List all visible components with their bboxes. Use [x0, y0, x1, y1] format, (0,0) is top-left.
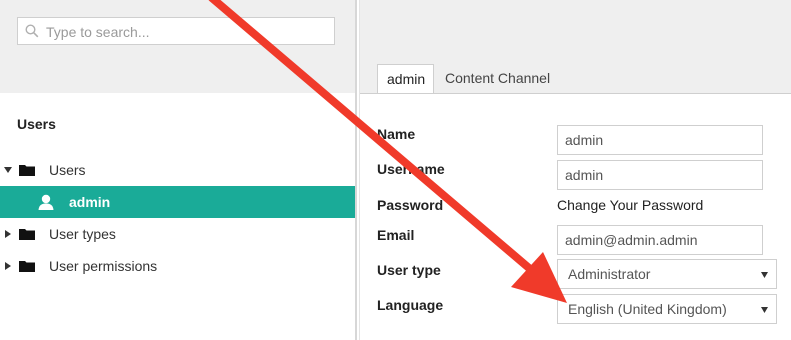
tab-content-channel[interactable]: Content Channel [436, 64, 559, 94]
password-label: Password [377, 197, 444, 213]
username-label: Username [377, 161, 445, 177]
chevron-down-icon [761, 272, 768, 278]
search-box[interactable] [17, 17, 335, 45]
tree-item-user-permissions[interactable]: User permissions [0, 250, 355, 282]
email-field[interactable] [557, 225, 763, 255]
tree-item-label: User types [49, 226, 116, 242]
language-value: English (United Kingdom) [568, 301, 727, 317]
caret-right-icon[interactable] [4, 262, 12, 270]
left-header-panel [0, 0, 357, 93]
search-icon [25, 24, 39, 38]
language-select[interactable]: English (United Kingdom) [557, 294, 777, 324]
user-type-select[interactable]: Administrator [557, 259, 777, 289]
email-label: Email [377, 227, 415, 243]
username-field[interactable] [557, 160, 763, 190]
tree-item-label: User permissions [49, 258, 158, 274]
panel-divider [359, 0, 360, 340]
tree-title: Users [17, 116, 56, 132]
name-field[interactable] [557, 125, 763, 155]
panel-splitter[interactable] [355, 0, 357, 340]
tree-item-user-types[interactable]: User types [0, 218, 355, 250]
search-input[interactable] [44, 19, 334, 45]
language-label: Language [377, 297, 444, 313]
chevron-down-icon [761, 307, 768, 313]
folder-icon [19, 229, 35, 240]
tab-bar: admin Content Channel [360, 64, 791, 94]
folder-icon [19, 165, 35, 176]
tree-item-label: Users [49, 162, 86, 178]
user-type-label: User type [377, 262, 441, 278]
tree-item-admin[interactable]: admin [0, 186, 355, 218]
user-icon [38, 194, 54, 210]
tab-admin[interactable]: admin [377, 64, 434, 94]
tree-item-users[interactable]: Users [0, 154, 355, 186]
user-type-value: Administrator [568, 266, 651, 282]
folder-icon [19, 261, 35, 272]
tab-underline [360, 93, 791, 94]
tree-item-label: admin [69, 194, 111, 210]
caret-right-icon[interactable] [4, 230, 12, 238]
caret-down-icon[interactable] [4, 166, 12, 174]
change-password-link[interactable]: Change Your Password [557, 197, 703, 213]
name-label: Name [377, 126, 416, 142]
